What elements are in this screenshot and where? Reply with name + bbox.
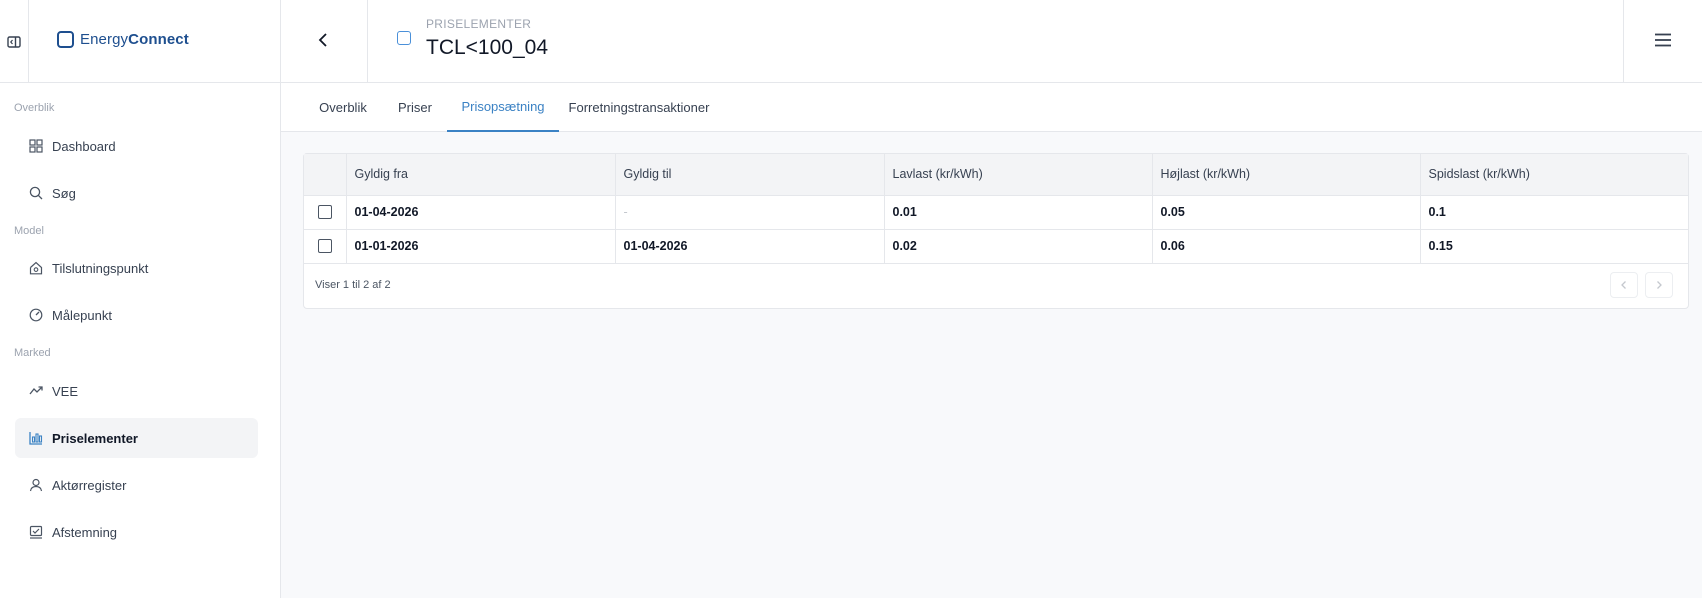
sidebar-item-aktoerregister[interactable]: Aktørregister bbox=[15, 465, 258, 505]
page-section-label: PRISELEMENTER bbox=[426, 17, 532, 31]
tab-overblik[interactable]: Overblik bbox=[307, 83, 379, 132]
logo-text: EnergyConnect bbox=[80, 31, 189, 48]
sidebar-item-tilslutningspunkt[interactable]: Tilslutningspunkt bbox=[15, 248, 258, 288]
cell-gyldig-til: 01-04-2026 bbox=[615, 229, 885, 264]
check-icon bbox=[29, 525, 43, 539]
pagination-summary: Viser 1 til 2 af 2 bbox=[315, 279, 391, 291]
column-header-gyldig-fra[interactable]: Gyldig fra bbox=[346, 154, 616, 196]
collapse-sidebar-button[interactable] bbox=[0, 0, 29, 83]
cell-hoejlast: 0.05 bbox=[1152, 195, 1421, 230]
table-row[interactable]: 01-01-2026 01-04-2026 0.02 0.06 0.15 bbox=[304, 229, 1688, 264]
row-select-cell bbox=[304, 229, 347, 264]
sidebar-item-afstemning[interactable]: Afstemning bbox=[15, 512, 258, 552]
sidebar-item-vee[interactable]: VEE bbox=[15, 371, 258, 411]
previous-page-button[interactable] bbox=[1610, 272, 1638, 298]
cell-gyldig-fra: 01-04-2026 bbox=[346, 195, 616, 230]
sidebar-item-dashboard[interactable]: Dashboard bbox=[15, 126, 258, 166]
tab-forretningstransaktioner[interactable]: Forretningstransaktioner bbox=[563, 83, 715, 132]
chevron-left-icon bbox=[318, 32, 327, 47]
grid-icon bbox=[29, 139, 43, 153]
row-select-cell bbox=[304, 195, 347, 230]
chevron-left-icon bbox=[1621, 281, 1626, 289]
tab-bar: Overblik Priser Prisopsætning Forretning… bbox=[281, 83, 1702, 132]
table-header-row: Gyldig fra Gyldig til Lavlast (kr/kWh) H… bbox=[304, 154, 1688, 196]
column-header-lavlast[interactable]: Lavlast (kr/kWh) bbox=[884, 154, 1153, 196]
top-bar: EnergyConnect PRISELEMENTER TCL<100_04 bbox=[0, 0, 1702, 83]
row-checkbox[interactable] bbox=[317, 205, 332, 220]
sidebar-item-priselementer[interactable]: Priselementer bbox=[15, 418, 258, 458]
sidebar-section-model: Model bbox=[14, 225, 44, 237]
chevron-right-icon bbox=[1657, 281, 1662, 289]
cell-lavlast: 0.01 bbox=[884, 195, 1153, 230]
next-page-button[interactable] bbox=[1645, 272, 1673, 298]
logo[interactable]: EnergyConnect bbox=[57, 0, 189, 79]
cell-hoejlast: 0.06 bbox=[1152, 229, 1421, 264]
tab-prisopsaetning[interactable]: Prisopsætning bbox=[447, 83, 559, 132]
sidebar-item-label: Tilslutningspunkt bbox=[52, 260, 149, 276]
logo-mark-icon bbox=[57, 31, 74, 48]
column-header-hoejlast[interactable]: Højlast (kr/kWh) bbox=[1152, 154, 1421, 196]
chart-icon bbox=[29, 432, 43, 445]
sidebar: Overblik Dashboard Søg Model Tilslutning… bbox=[0, 83, 281, 598]
sidebar-item-label: VEE bbox=[52, 383, 79, 399]
price-settings-table: Gyldig fra Gyldig til Lavlast (kr/kWh) H… bbox=[304, 154, 1688, 264]
divider bbox=[367, 0, 368, 83]
price-element-icon bbox=[397, 31, 411, 45]
table-row[interactable]: 01-04-2026 - 0.01 0.05 0.1 bbox=[304, 195, 1688, 230]
house-icon bbox=[29, 261, 43, 275]
cell-spidslast: 0.15 bbox=[1420, 229, 1688, 264]
trend-icon bbox=[29, 386, 43, 395]
sidebar-toggle-icon bbox=[7, 35, 21, 48]
gauge-icon bbox=[29, 308, 43, 322]
select-column-header bbox=[304, 154, 347, 196]
row-checkbox[interactable] bbox=[317, 239, 332, 254]
sidebar-item-label: Aktørregister bbox=[52, 477, 127, 493]
column-header-spidslast[interactable]: Spidslast (kr/kWh) bbox=[1420, 154, 1688, 196]
sidebar-item-maalepunkt[interactable]: Målepunkt bbox=[15, 295, 258, 335]
sidebar-item-label: Søg bbox=[52, 185, 76, 201]
menu-button[interactable] bbox=[1624, 0, 1702, 79]
sidebar-item-label: Målepunkt bbox=[52, 307, 112, 323]
main-content: Overblik Priser Prisopsætning Forretning… bbox=[281, 83, 1702, 598]
page-title: TCL<100_04 bbox=[426, 36, 549, 59]
sidebar-item-label: Afstemning bbox=[52, 524, 118, 540]
cell-gyldig-til: - bbox=[615, 195, 885, 230]
hamburger-menu-icon bbox=[1655, 33, 1671, 46]
cell-gyldig-fra: 01-01-2026 bbox=[346, 229, 616, 264]
cell-spidslast: 0.1 bbox=[1420, 195, 1688, 230]
tab-priser[interactable]: Priser bbox=[385, 83, 445, 132]
sidebar-section-marked: Marked bbox=[14, 347, 51, 359]
sidebar-section-overblik: Overblik bbox=[14, 102, 55, 114]
search-icon bbox=[29, 186, 43, 200]
sidebar-item-label: Dashboard bbox=[52, 138, 116, 154]
price-settings-table-card: Gyldig fra Gyldig til Lavlast (kr/kWh) H… bbox=[303, 153, 1689, 309]
back-button[interactable] bbox=[281, 0, 367, 79]
user-icon bbox=[29, 478, 43, 492]
sidebar-item-label: Priselementer bbox=[52, 430, 138, 446]
sidebar-item-search[interactable]: Søg bbox=[15, 173, 258, 213]
column-header-gyldig-til[interactable]: Gyldig til bbox=[615, 154, 885, 196]
cell-lavlast: 0.02 bbox=[884, 229, 1153, 264]
